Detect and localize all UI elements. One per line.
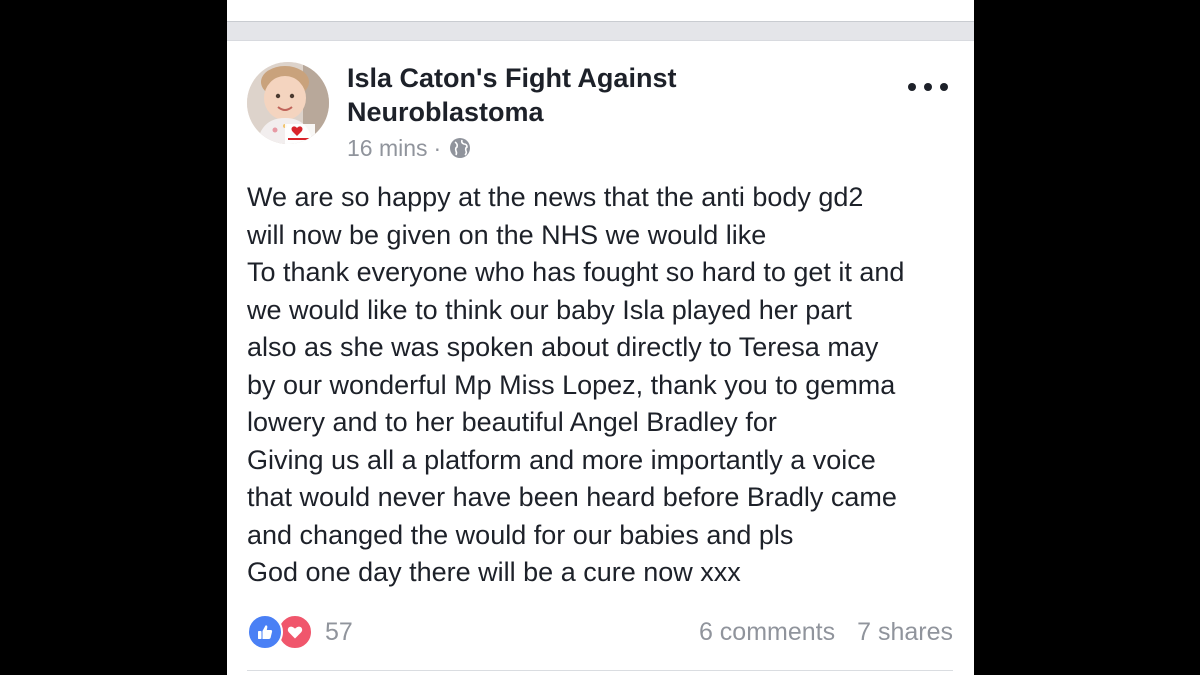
post-line: we would like to think our baby Isla pla…: [247, 294, 852, 325]
globe-icon: [450, 138, 471, 158]
feed-post: Isla Caton's Fight Against Neuroblastoma…: [227, 41, 974, 675]
post-body: We are so happy at the news that the ant…: [247, 179, 959, 592]
post-line: that would never have been heard before …: [247, 482, 897, 512]
more-options-icon: [908, 83, 916, 91]
post-line: and changed the would for our babies and…: [247, 519, 794, 550]
shares-count-link[interactable]: 7 shares: [857, 618, 953, 647]
phone-screen: Isla Caton's Fight Against Neuroblastoma…: [227, 0, 974, 675]
avatar-photo: [247, 62, 329, 144]
post-timestamp[interactable]: 16 mins: [347, 135, 428, 162]
post-line: also as she was spoken about directly to…: [247, 332, 879, 362]
more-dot: [924, 83, 932, 91]
post-line: To thank everyone who has fought so hard…: [247, 257, 905, 287]
page-name-link[interactable]: Isla Caton's Fight Against Neuroblastoma: [347, 61, 787, 129]
more-dot: [940, 83, 948, 91]
meta-separator: ·: [433, 134, 442, 161]
post-line: God one day there will be a cure now xxx: [247, 557, 741, 587]
post-line: We are so happy at the news that the ant…: [247, 182, 864, 212]
page-name-line-1: Isla Caton's Fight Against: [347, 63, 677, 93]
post-line: Giving us all a platform and more import…: [247, 444, 876, 475]
page-name-line-2: Neuroblastoma: [347, 97, 544, 127]
feed-separator: [227, 21, 974, 41]
page-avatar[interactable]: [247, 62, 329, 144]
engagement-stats: 6 comments 7 shares: [699, 614, 953, 650]
reactions-summary[interactable]: 57: [247, 614, 353, 650]
post-divider: [247, 670, 953, 671]
more-options-button[interactable]: [908, 75, 948, 99]
previous-post-end: [227, 0, 974, 21]
post-line: by our wonderful Mp Miss Lopez, thank yo…: [247, 369, 896, 400]
comments-count-link[interactable]: 6 comments: [699, 618, 835, 647]
post-line: lowery and to her beautiful Angel Bradle…: [247, 407, 777, 437]
reaction-count: 57: [325, 617, 353, 646]
post-meta: 16 mins ·: [347, 135, 471, 161]
post-line: will now be given on the NHS we would li…: [247, 219, 767, 250]
like-icon: [247, 614, 283, 650]
